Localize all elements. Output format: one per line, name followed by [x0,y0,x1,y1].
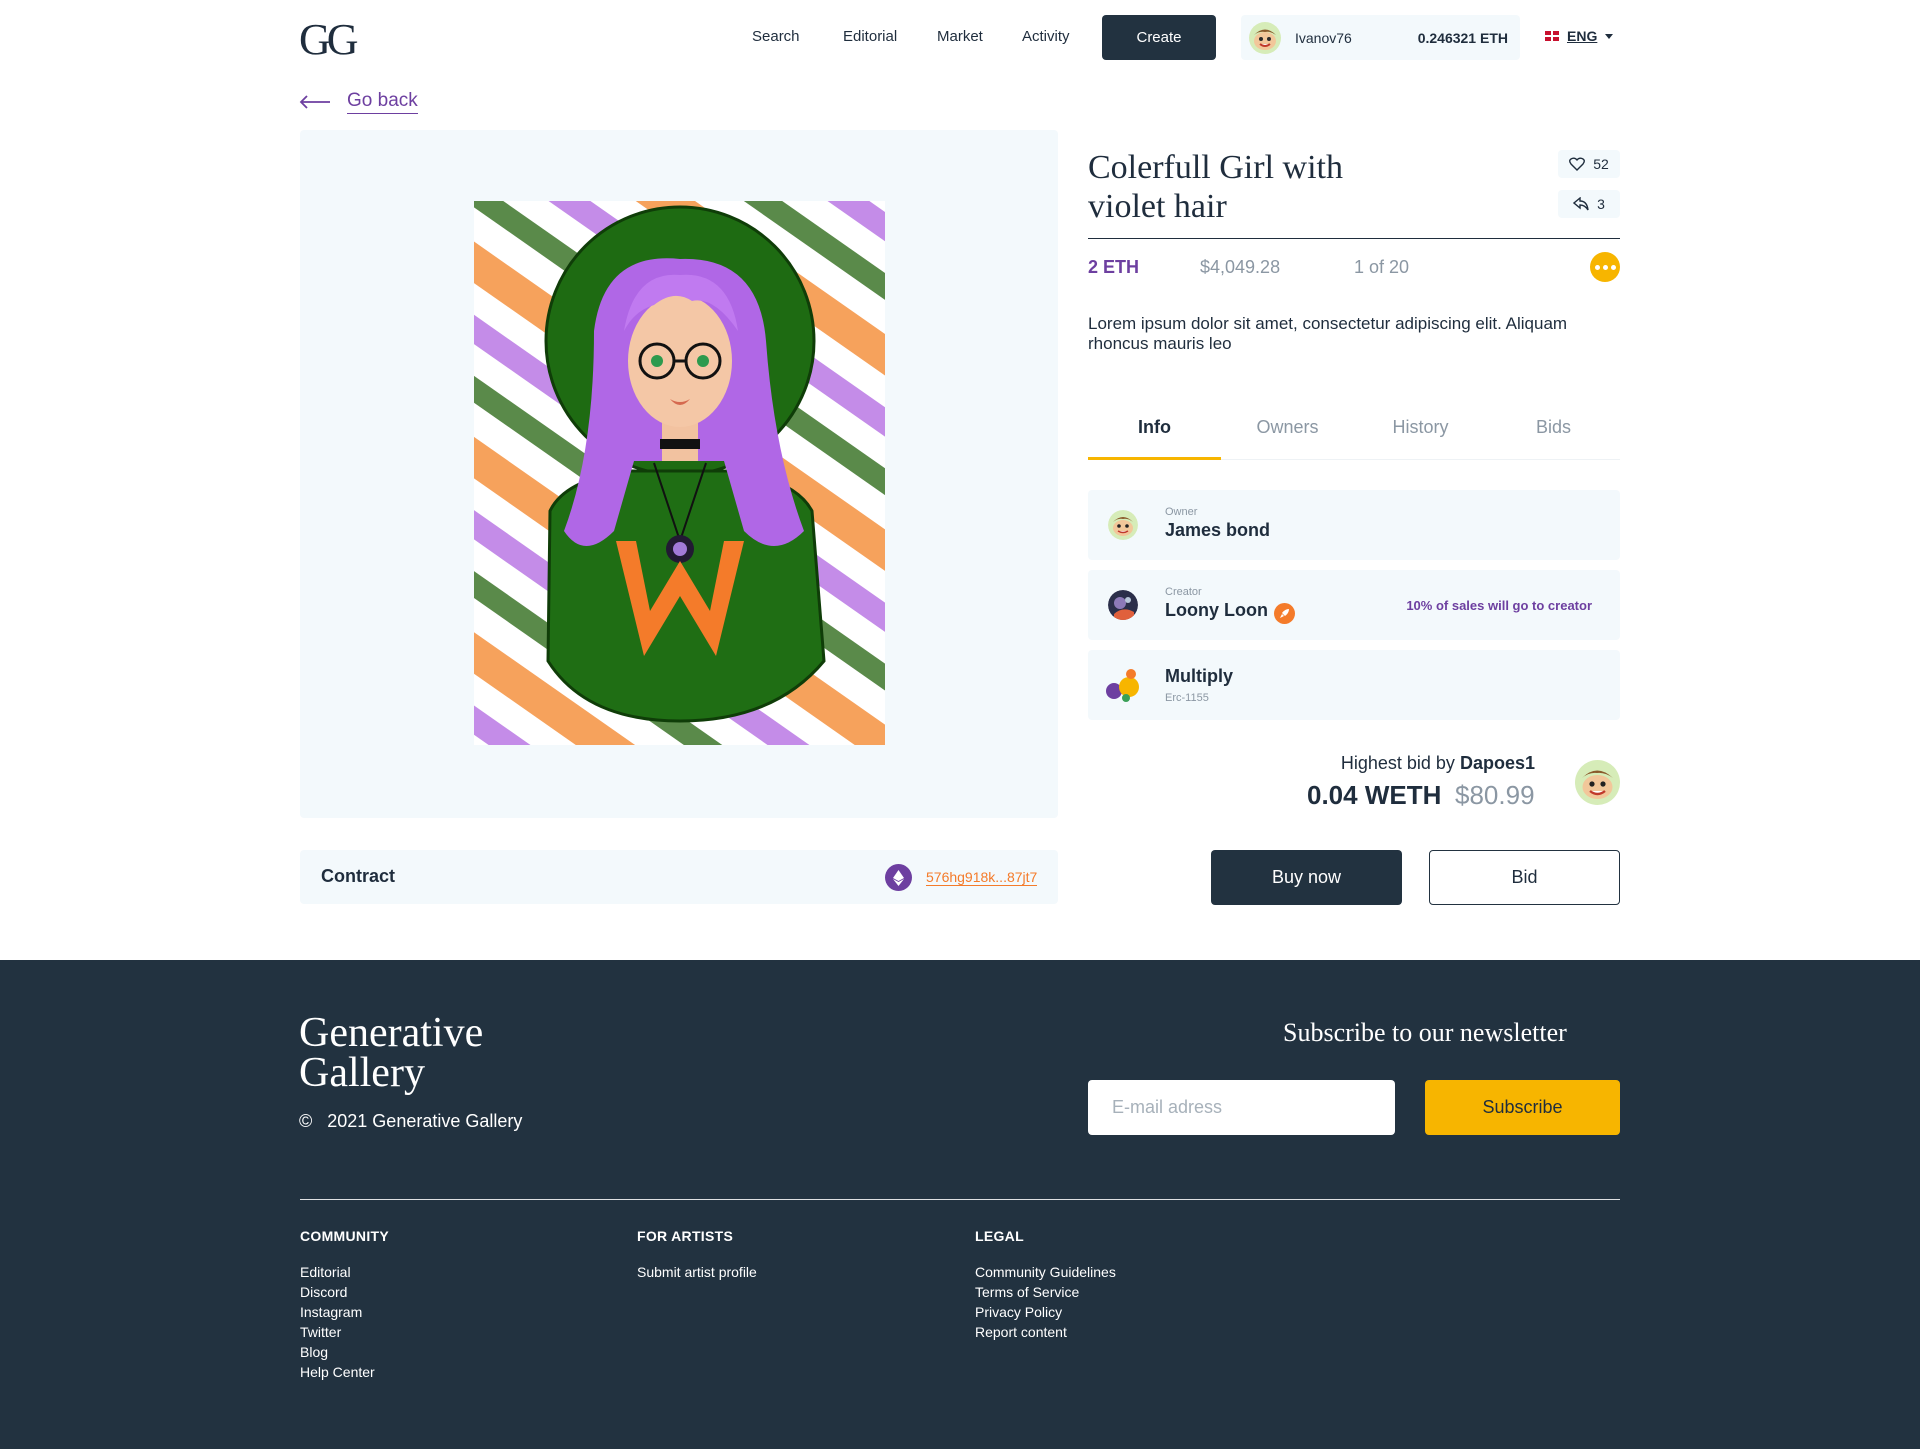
standard-card: Multiply Erc-1155 [1088,650,1620,720]
creator-name: Loony Loon [1165,600,1268,620]
tab-bids[interactable]: Bids [1487,417,1620,438]
share-button[interactable]: 3 [1558,190,1620,218]
artwork-panel [300,130,1058,818]
footer-link[interactable]: Community Guidelines [975,1262,1116,1282]
highest-bidder[interactable]: Dapoes1 [1460,753,1535,773]
price-eth: 2 ETH [1088,257,1140,277]
language-selector[interactable]: ENG [1545,28,1614,44]
user-avatar [1249,21,1281,54]
nav-editorial[interactable]: Editorial [843,28,897,45]
footer-column-legal: LEGAL Community Guidelines Terms of Serv… [975,1228,1116,1342]
subscribe-button[interactable]: Subscribe [1425,1080,1620,1135]
footer-brand-line1: Generative [299,1010,484,1056]
creator-card[interactable]: Creator Loony Loon 10% of sales will go … [1088,570,1620,640]
owner-label: Owner [1165,506,1198,518]
bid-button[interactable]: Bid [1429,850,1620,905]
owner-card[interactable]: Owner James bond [1088,490,1620,560]
site-footer: Generative Gallery © 2021 Generative Gal… [0,960,1920,1449]
nav-activity[interactable]: Activity [1022,28,1070,45]
rocket-icon [1273,603,1295,624]
contract-label: Contract [321,866,396,886]
tab-info[interactable]: Info [1088,417,1221,438]
tab-history[interactable]: History [1354,417,1487,438]
wallet-balance: 0.246321 ETH [1417,29,1508,46]
ethereum-icon [885,864,912,891]
create-button[interactable]: Create [1102,15,1216,60]
highest-bid-usd: $80.99 [1455,780,1535,810]
footer-link[interactable]: Privacy Policy [975,1302,1116,1322]
footer-column-title: LEGAL [975,1228,1024,1244]
footer-column-title: COMMUNITY [300,1228,390,1244]
like-count: 52 [1593,156,1609,172]
footer-divider [300,1199,1620,1200]
title-divider [1088,238,1620,239]
contract-address-link[interactable]: 576hg918k...87jt7 [926,869,1038,886]
tab-owners[interactable]: Owners [1221,417,1354,438]
nav-market[interactable]: Market [937,28,983,45]
nav-search[interactable]: Search [752,28,800,45]
price-usd: $4,049.28 [1200,257,1281,277]
footer-link[interactable]: Blog [300,1342,389,1362]
creator-row: Loony Loon [1165,600,1295,624]
wallet-widget[interactable]: Ivanov76 0.246321 ETH [1241,15,1520,60]
detail-tabs: Info Owners History Bids [1088,405,1620,460]
more-options-icon[interactable] [1590,252,1620,282]
footer-link[interactable]: Discord [300,1282,389,1302]
footer-copyright: © 2021 Generative Gallery [299,1111,523,1131]
highest-bid-line: Highest bid by Dapoes1 [1341,753,1535,774]
language-code: ENG [1567,28,1598,44]
footer-column-title: FOR ARTISTS [637,1228,734,1244]
footer-link[interactable]: Help Center [300,1362,389,1382]
footer-link[interactable]: Twitter [300,1322,389,1342]
footer-link[interactable]: Editorial [300,1262,389,1282]
share-arrow-icon [1573,197,1589,211]
uk-flag-icon [1545,31,1559,41]
newsletter-title: Subscribe to our newsletter [1283,1018,1567,1047]
artwork-description: Lorem ipsum dolor sit amet, consectetur … [1088,314,1568,353]
like-button[interactable]: 52 [1558,150,1620,178]
wallet-username: Ivanov76 [1295,29,1352,46]
footer-link[interactable]: Terms of Service [975,1282,1116,1302]
artwork-image[interactable] [474,201,885,745]
footer-column-community: COMMUNITY Editorial Discord Instagram Tw… [300,1228,389,1382]
go-back-link[interactable]: Go back [299,90,418,114]
footer-link[interactable]: Instagram [300,1302,389,1322]
heart-icon [1569,157,1586,171]
creator-avatar [1108,590,1138,620]
footer-link[interactable]: Report content [975,1322,1116,1342]
highest-bid-prefix: Highest bid by [1340,753,1455,773]
highest-bid-amount: 0.04 WETH [1307,780,1442,810]
artwork-title: Colerfull Girl with violet hair [1088,149,1343,225]
site-header: GG Search Editorial Market Activity Crea… [0,0,1920,75]
owner-name: James bond [1165,520,1271,540]
standard-type: Erc-1155 [1165,692,1209,704]
contract-bar: Contract 576hg918k...87jt7 [300,850,1058,904]
multiply-icon [1106,669,1139,702]
footer-column-for-artists: FOR ARTISTS Submit artist profile [637,1228,757,1282]
buy-now-button[interactable]: Buy now [1211,850,1402,905]
owner-avatar [1108,510,1138,540]
royalty-note: 10% of sales will go to creator [1406,598,1592,613]
bidder-avatar[interactable] [1575,760,1620,805]
creator-label: Creator [1165,586,1202,598]
footer-brand-line2: Gallery [299,1050,425,1096]
chevron-down-icon [1605,33,1614,39]
standard-name: Multiply [1165,666,1233,686]
site-logo[interactable]: GG [299,14,359,65]
newsletter-email-input[interactable] [1088,1080,1395,1135]
footer-brand: Generative Gallery [299,1010,484,1096]
edition-count: 1 of 20 [1354,257,1410,277]
arrow-left-icon [299,95,330,109]
footer-link[interactable]: Submit artist profile [637,1262,757,1282]
go-back-label: Go back [347,90,418,114]
active-tab-indicator [1088,457,1221,460]
share-count: 3 [1597,196,1605,212]
